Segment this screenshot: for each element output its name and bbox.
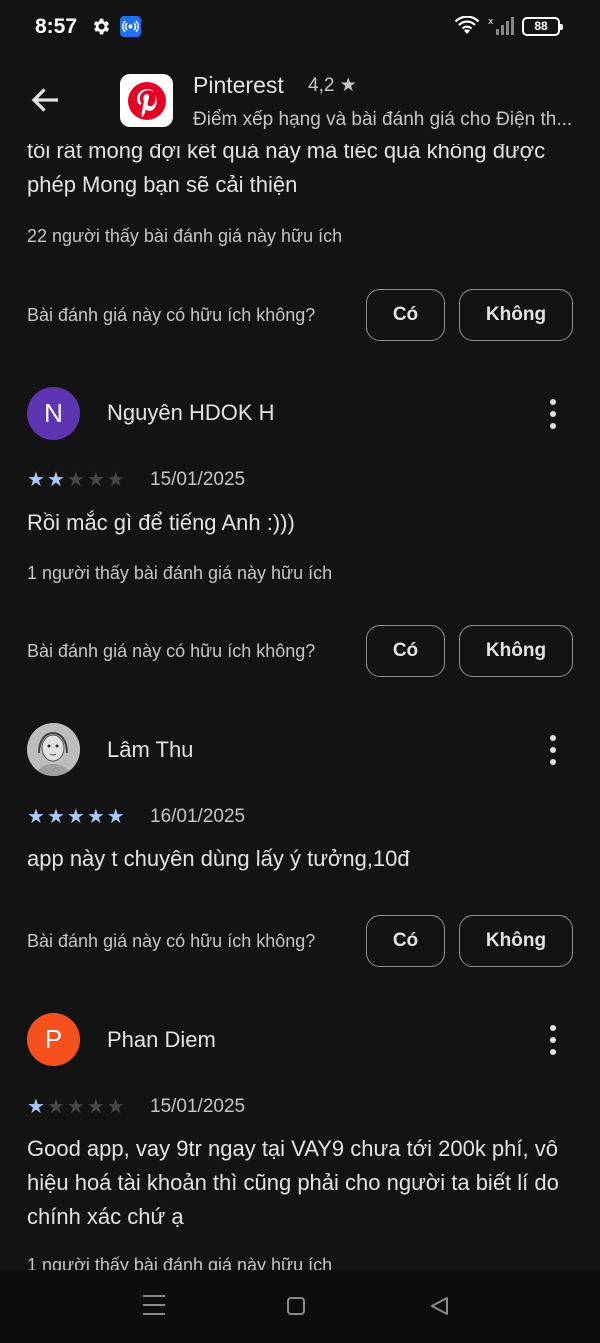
star-empty-icon: ★ (66, 469, 85, 491)
app-name: Pinterest (193, 72, 284, 98)
app-header: Pinterest 4,2 ★ Điểm xếp hạng và bài đán… (0, 54, 600, 144)
helpful-question: Bài đánh giá này có hữu ích không? (27, 305, 316, 325)
profile-photo-icon (27, 723, 80, 776)
more-options-icon[interactable] (541, 1025, 565, 1055)
more-options-icon[interactable] (541, 735, 565, 765)
helpful-no-button[interactable]: Không (459, 289, 573, 341)
signal-icon: x (488, 17, 514, 35)
helpful-yes-button[interactable]: Có (366, 625, 445, 677)
reviewer-name: Lâm Thu (107, 737, 194, 762)
review-text: app này t chuyên dùng lấy ý tưởng,10đ (27, 846, 410, 871)
star-rating: ★ ★ ★ ★ ★ (27, 470, 125, 490)
star-filled-icon: ★ (86, 806, 105, 828)
avatar: N (27, 387, 80, 440)
helpful-yes-button[interactable]: Có (366, 915, 445, 967)
system-nav-bar (0, 1270, 600, 1343)
nav-back-icon[interactable] (428, 1295, 450, 1317)
page-subtitle: Điểm xếp hạng và bài đánh giá cho Điện t… (193, 109, 573, 130)
star-rating: ★ ★ ★ ★ ★ (27, 807, 125, 827)
review-text: Good app, vay 9tr ngay tại VAY9 chưa tới… (27, 1136, 559, 1229)
reviewer-name: Nguyên HDOK H (107, 400, 275, 425)
star-empty-icon: ★ (66, 1096, 85, 1118)
helpful-count: 1 người thấy bài đánh giá này hữu ích (27, 563, 333, 583)
avatar (27, 723, 80, 776)
back-arrow-icon[interactable] (28, 82, 64, 118)
avatar: P (27, 1013, 80, 1066)
helpful-count: 22 người thấy bài đánh giá này hữu ích (27, 226, 343, 246)
star-rating: ★ ★ ★ ★ ★ (27, 1097, 125, 1117)
helpful-count: 1 người thấy bài đánh giá này hữu ích (27, 1255, 333, 1270)
review-list[interactable]: tôi rất mong đợi kết quả này mà tiếc quá… (0, 130, 600, 1270)
review-date: 16/01/2025 (150, 806, 246, 827)
reviewer-name: Phan Diem (107, 1027, 216, 1052)
star-filled-icon: ★ (106, 806, 125, 828)
review-text: tôi rất mong đợi kết quả này mà tiếc quá… (27, 138, 546, 197)
helpful-question: Bài đánh giá này có hữu ích không? (27, 931, 316, 951)
star-filled-icon: ★ (46, 806, 65, 828)
helpful-no-button[interactable]: Không (459, 625, 573, 677)
star-filled-icon: ★ (27, 806, 45, 828)
review-text: Rồi mắc gì để tiếng Anh :))) (27, 510, 295, 535)
star-empty-icon: ★ (86, 1096, 105, 1118)
helpful-question: Bài đánh giá này có hữu ích không? (27, 641, 316, 661)
pinterest-app-icon (120, 74, 173, 127)
review-date: 15/01/2025 (150, 469, 246, 490)
helpful-yes-button[interactable]: Có (366, 289, 445, 341)
pinterest-logo-icon (127, 81, 166, 120)
star-filled-icon: ★ (27, 1096, 45, 1118)
app-rating: 4,2 ★ (308, 75, 357, 96)
star-filled-icon: ★ (27, 469, 45, 491)
wifi-icon (454, 16, 480, 34)
battery-indicator: 88 (522, 16, 563, 36)
star-empty-icon: ★ (106, 1096, 125, 1118)
star-empty-icon: ★ (46, 1096, 65, 1118)
home-icon[interactable] (287, 1297, 305, 1315)
star-empty-icon: ★ (106, 469, 125, 491)
broadcast-icon (120, 16, 141, 37)
more-options-icon[interactable] (541, 399, 565, 429)
helpful-no-button[interactable]: Không (459, 915, 573, 967)
settings-gear-icon (93, 18, 110, 35)
status-time: 8:57 (35, 15, 78, 38)
review-date: 15/01/2025 (150, 1096, 246, 1117)
svg-text:x: x (488, 17, 494, 27)
star-empty-icon: ★ (86, 469, 105, 491)
star-filled-icon: ★ (66, 806, 85, 828)
recent-apps-icon[interactable] (143, 1295, 165, 1315)
star-filled-icon: ★ (46, 469, 65, 491)
status-bar: 8:57 x 88 (0, 0, 600, 54)
